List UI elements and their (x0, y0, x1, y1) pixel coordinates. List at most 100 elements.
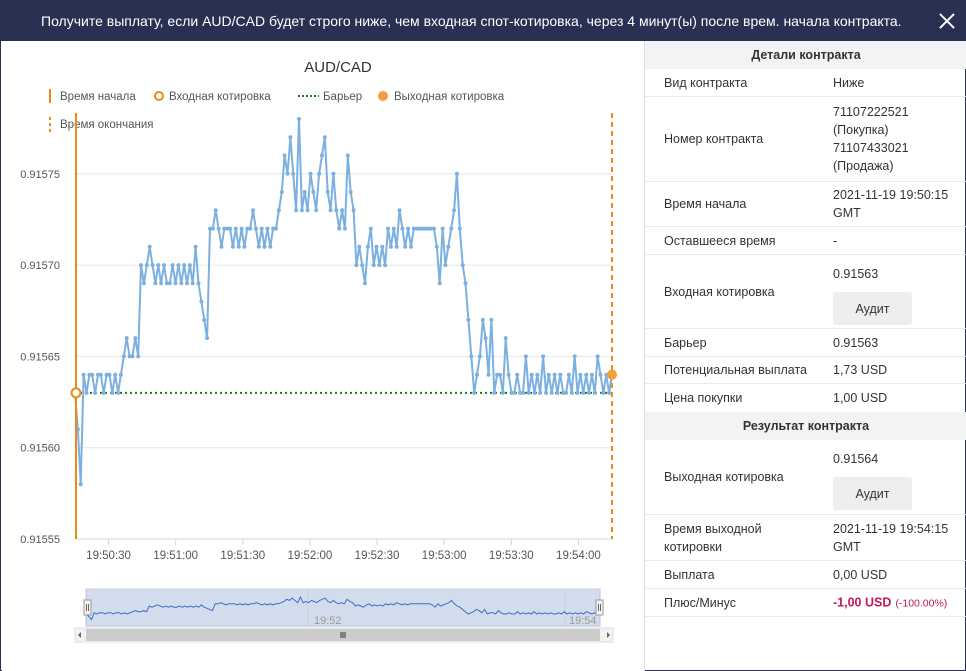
price-point (282, 153, 287, 158)
row-contract-type: Вид контракта Ниже (645, 69, 966, 97)
price-point (351, 208, 356, 213)
price-point (236, 244, 241, 249)
potential-payout-label: Потенциальная выплата (664, 363, 807, 377)
price-point (242, 244, 247, 249)
price-point (535, 372, 540, 377)
legend-entry-spot: Входная котировка (169, 91, 271, 103)
price-point (179, 281, 184, 286)
price-point (239, 226, 244, 231)
contract-dialog: Получите выплату, если AUD/CAD будет стр… (0, 0, 966, 671)
price-point (544, 390, 548, 395)
price-point (205, 336, 210, 341)
price-point (285, 171, 290, 176)
price-point (480, 317, 485, 322)
price-point (555, 390, 560, 395)
chart-scrollbar[interactable] (74, 627, 614, 643)
price-point (486, 372, 491, 377)
price-point (173, 281, 178, 286)
price-point (139, 263, 143, 268)
x-tick-label: 19:54:00 (556, 550, 601, 562)
price-point (196, 281, 201, 286)
price-point (317, 171, 322, 176)
price-point (569, 390, 574, 395)
entry-spot-value: 0.91563 (833, 267, 879, 281)
barrier-value: 0.91563 (833, 335, 879, 350)
price-point (320, 153, 324, 158)
price-point (466, 317, 471, 322)
price-point (409, 244, 413, 249)
entry-spot-audit-button[interactable]: Аудит (833, 292, 912, 325)
price-chart[interactable]: AUD/CAD Время начала Входная котировка Б… (2, 41, 644, 671)
price-point (523, 354, 528, 359)
navigator-left-handle[interactable] (83, 599, 92, 616)
price-point (113, 372, 118, 377)
price-point (368, 226, 373, 231)
price-point (483, 336, 488, 341)
price-point (440, 226, 445, 231)
x-tick-label: 19:50:30 (86, 550, 131, 562)
chart-title: AUD/CAD (304, 59, 372, 76)
price-point (457, 226, 462, 231)
chart-navigator[interactable]: 19:52 19:54 (83, 588, 604, 627)
price-point (572, 354, 577, 359)
profit-loss-percent: (-100.00%) (895, 597, 948, 609)
price-point (564, 390, 569, 395)
price-point (498, 372, 502, 377)
exit-spot-label: Выходная котировка (664, 470, 784, 484)
price-point (521, 390, 525, 395)
price-point (118, 372, 123, 377)
exit-time-label: Время выходной котировки (664, 520, 829, 556)
price-point (463, 281, 468, 286)
x-axis: 19:50:30 19:51:00 19:51:30 19:52:00 19:52:30… (75, 538, 612, 562)
price-point (437, 281, 442, 286)
price-point (311, 190, 316, 194)
buy-tag: (Покупка) (833, 123, 889, 137)
price-point (233, 226, 238, 231)
purchase-price-label: Цена покупки (664, 391, 743, 405)
price-point (342, 226, 347, 231)
x-tick-label: 19:51:00 (153, 550, 198, 562)
price-point (566, 372, 571, 377)
row-contract-id: Номер контракта 71107222521 (Покупка) 71… (645, 97, 966, 182)
price-point (265, 226, 270, 231)
y-tick-label: 0.91570 (20, 260, 60, 272)
price-point (449, 226, 454, 231)
price-point (434, 244, 439, 249)
price-point (383, 263, 388, 268)
price-point (397, 208, 402, 213)
price-point (592, 390, 597, 395)
price-point (506, 372, 511, 377)
price-point (107, 372, 112, 377)
price-point (357, 244, 362, 249)
entry-spot-marker (70, 387, 82, 399)
price-point (432, 226, 436, 231)
price-point (256, 244, 261, 249)
contract-id-value: 71107222521 (Покупка) 71107433021 (Прода… (833, 103, 963, 175)
price-point (248, 226, 253, 231)
price-point (302, 190, 307, 194)
remaining-time-value: - (833, 233, 838, 248)
close-icon[interactable] (935, 9, 959, 33)
price-point (334, 208, 339, 213)
x-tick-label: 19:53:00 (422, 550, 467, 562)
price-point (259, 226, 264, 231)
price-point (380, 244, 385, 249)
x-tick-label: 19:52:00 (288, 550, 333, 562)
price-point (363, 281, 367, 286)
row-start-time: Время начала 2021-11-19 19:50:15 GMT (645, 182, 966, 227)
price-point (322, 135, 327, 140)
price-point (446, 244, 451, 249)
contract-details-header: Детали контракта (645, 41, 966, 69)
exit-spot-audit-button[interactable]: Аудит (833, 477, 912, 510)
price-point (469, 354, 474, 359)
row-barrier: Барьер 0.91563 (645, 329, 966, 357)
navigator-right-handle[interactable] (595, 599, 604, 616)
price-point (452, 208, 457, 213)
price-point (291, 171, 296, 176)
price-point (581, 390, 586, 395)
price-point (305, 208, 310, 213)
price-point (541, 354, 546, 359)
row-purchase-price: Цена покупки 1,00 USD (645, 384, 966, 412)
price-point (337, 226, 342, 231)
price-point (512, 390, 517, 395)
